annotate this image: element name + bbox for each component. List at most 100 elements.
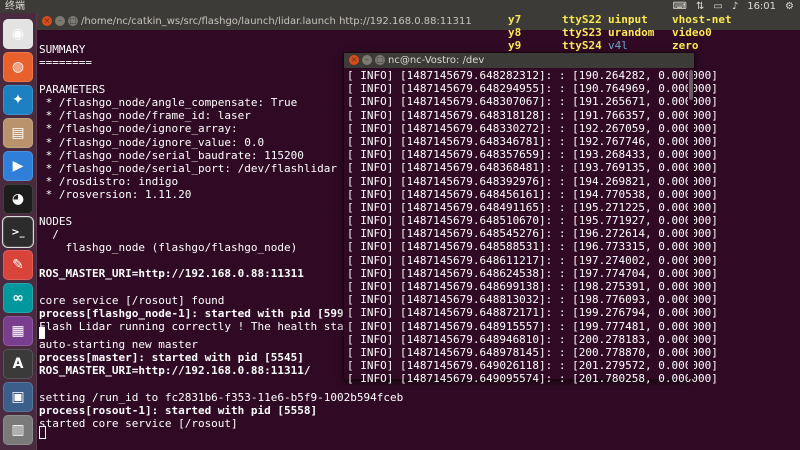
terminal-icon[interactable]: >_ bbox=[2, 216, 34, 248]
terminal-line: [ INFO] [1487145679.648978145]: : [200.7… bbox=[347, 345, 718, 359]
panel-app-title: 终端 bbox=[5, 1, 25, 12]
terminal-line: [ INFO] [1487145679.648330272]: : [192.2… bbox=[347, 121, 718, 135]
text-cursor-outline bbox=[39, 426, 46, 439]
listing-cell: y9 bbox=[508, 39, 522, 52]
terminal-line: ======== bbox=[39, 56, 92, 70]
keyboard-icon[interactable]: ⌨ bbox=[673, 0, 687, 13]
terminal-line: [ INFO] [1487145679.648699138]: : [198.2… bbox=[347, 280, 718, 293]
window-title: /home/nc/catkin_ws/src/flashgo/launch/li… bbox=[81, 16, 472, 27]
listing-cell: zero bbox=[672, 39, 699, 52]
terminal-line: [ INFO] [1487145679.648872171]: : [199.2… bbox=[347, 306, 718, 320]
media-player-icon[interactable]: ▶ bbox=[3, 151, 33, 181]
listing-cell: vhost-net bbox=[672, 13, 732, 26]
minimize-button[interactable]: – bbox=[55, 16, 65, 26]
software-updater-icon[interactable]: A bbox=[3, 349, 33, 379]
close-button[interactable]: × bbox=[42, 16, 52, 26]
file-manager-icon[interactable]: ▤ bbox=[3, 118, 33, 148]
terminal-output: SUMMARY ======== PARAMETERS * /flashgo_nod… bbox=[39, 30, 383, 333]
terminal-line: * /flashgo_node/angle_compensate: True bbox=[39, 95, 298, 109]
terminal-line: [ INFO] [1487145679.648346781]: : [192.7… bbox=[347, 134, 718, 148]
gear-icon[interactable]: ⚙ bbox=[785, 0, 794, 13]
terminal-line: * /flashgo_node/frame_id: laser bbox=[39, 109, 251, 123]
terminal-line: [ INFO] [1487145679.648282312]: : [190.2… bbox=[347, 69, 718, 82]
listing-cell: uinput bbox=[608, 13, 648, 26]
terminal-line: started core service [/rosout] bbox=[39, 417, 238, 431]
terminal-line: [ INFO] [1487145679.648318128]: : [191.7… bbox=[347, 108, 718, 122]
terminal-window-front[interactable]: × – □ nc@nc-Vostro: /dev [ INFO] [148714… bbox=[343, 52, 718, 385]
system-tray: ⌨ ⇅ ▭ ♪ 16:01 ⚙ bbox=[673, 0, 794, 13]
kodi-icon[interactable]: ✦ bbox=[3, 85, 33, 115]
terminal-line: [ INFO] [1487145679.648307067]: : [191.2… bbox=[347, 95, 718, 109]
maximize-button[interactable]: □ bbox=[375, 55, 385, 65]
terminal-line: NODES bbox=[39, 214, 73, 228]
terminal-line: * /flashgo_node/ignore_value: 0.0 bbox=[39, 135, 265, 149]
listing-cell: y8 bbox=[508, 26, 522, 39]
listing-cell: ttyS24 bbox=[562, 39, 602, 52]
terminal-line: [ INFO] [1487145679.648456161]: : [194.7… bbox=[347, 187, 718, 201]
terminal-line: / bbox=[39, 227, 59, 241]
listing-cell: video0 bbox=[672, 26, 712, 39]
scrollbar-thumb[interactable] bbox=[689, 70, 693, 100]
trash-icon[interactable]: ▥ bbox=[3, 415, 33, 445]
terminal-line: [ INFO] [1487145679.648624538]: : [197.7… bbox=[347, 266, 718, 280]
firefox-icon[interactable]: ◍ bbox=[3, 52, 33, 82]
listing-cell: ttyS22 bbox=[562, 13, 602, 26]
close-button[interactable]: × bbox=[349, 55, 359, 65]
terminal-line: [ INFO] [1487145679.648915557]: : [199.7… bbox=[347, 319, 718, 333]
terminal-line: flashgo_node (flashgo/flashgo_node) bbox=[39, 241, 298, 254]
dash-icon[interactable]: ◉ bbox=[3, 19, 33, 49]
terminal-line: ROS_MASTER_URI=http://192.168.0.88:11311 bbox=[39, 267, 304, 281]
terminal-line: [ INFO] [1487145679.648611217]: : [197.2… bbox=[347, 253, 718, 267]
terminal-line: [ INFO] [1487145679.648294955]: : [190.7… bbox=[347, 82, 718, 96]
terminal-line: * /flashgo_node/serial_port: /dev/flashl… bbox=[39, 161, 338, 175]
terminal-line: [ INFO] [1487145679.648368481]: : [193.7… bbox=[347, 161, 718, 175]
terminal-line: * /flashgo_node/serial_baudrate: 115200 bbox=[39, 148, 304, 162]
scrollbar[interactable] bbox=[688, 68, 694, 379]
video-editor-icon[interactable]: ▦ bbox=[3, 316, 33, 346]
terminal-line: * /rosversion: 1.11.20 bbox=[39, 188, 192, 202]
listing-cell: v4l bbox=[608, 39, 628, 52]
clock[interactable]: 16:01 bbox=[747, 0, 776, 13]
listing-cell: urandom bbox=[608, 26, 655, 39]
wifi-icon[interactable]: ⇅ bbox=[696, 0, 704, 13]
window-title: nc@nc-Vostro: /dev bbox=[388, 55, 485, 66]
terminal-line: * /flashgo_node/ignore_array: bbox=[39, 122, 238, 136]
terminal-line: [ INFO] [1487145679.648588531]: : [196.7… bbox=[347, 240, 718, 254]
terminal-line: [ INFO] [1487145679.648357659]: : [193.2… bbox=[347, 148, 718, 162]
minimize-button[interactable]: – bbox=[362, 55, 372, 65]
terminal-front-titlebar[interactable]: × – □ nc@nc-Vostro: /dev bbox=[344, 53, 694, 68]
terminal-line: process[rosout-1]: started with pid [555… bbox=[39, 403, 318, 417]
terminal-line: [ INFO] [1487145679.648491165]: : [195.2… bbox=[347, 200, 718, 214]
maximize-button[interactable]: □ bbox=[68, 16, 78, 26]
qq-icon[interactable]: ◕ bbox=[3, 184, 33, 214]
listing-cell: ttyS23 bbox=[562, 26, 602, 39]
terminal-line: PARAMETERS bbox=[39, 82, 106, 96]
listing-cell: y7 bbox=[508, 13, 522, 26]
terminal-line: [ INFO] [1487145679.648545276]: : [196.2… bbox=[347, 227, 718, 241]
log-output: [ INFO] [1487145679.648282312]: : [190.2… bbox=[347, 69, 718, 386]
terminal-line: [ INFO] [1487145679.648392976]: : [194.2… bbox=[347, 174, 718, 188]
terminal-line: process[flashgo_node-1]: started with pi… bbox=[39, 306, 357, 320]
launcher: ◉ ◍ ✦ ▤ ▶ ◕ >_ ✎ ∞ ▦ A ▣ ▥ bbox=[0, 13, 37, 450]
terminal-line: setting /run_id to fc2831b6-f353-11e6-b5… bbox=[39, 390, 404, 404]
terminal-line: Flash Lidar running correctly ! The heal… bbox=[39, 320, 384, 334]
terminal-line: [ INFO] [1487145679.649095574]: : [201.7… bbox=[347, 372, 718, 386]
terminal-prompt-cursor[interactable] bbox=[39, 426, 46, 440]
terminal-line: SUMMARY bbox=[39, 43, 86, 57]
top-panel: 终端 ⌨ ⇅ ▭ ♪ 16:01 ⚙ bbox=[0, 0, 800, 13]
arduino-icon[interactable]: ∞ bbox=[3, 283, 33, 313]
terminal-line: [ INFO] [1487145679.648813032]: : [198.7… bbox=[347, 293, 718, 307]
terminal-line: * /rosdistro: indigo bbox=[39, 175, 179, 189]
battery-icon[interactable]: ▭ bbox=[713, 0, 722, 13]
settings-icon[interactable]: ✎ bbox=[3, 250, 33, 280]
terminal-line: [ INFO] [1487145679.649026118]: : [201.2… bbox=[347, 359, 718, 373]
terminal-line: [ INFO] [1487145679.648510670]: : [195.7… bbox=[347, 214, 718, 228]
image-viewer-icon[interactable]: ▣ bbox=[3, 382, 33, 412]
terminal-line: [ INFO] [1487145679.648946810]: : [200.2… bbox=[347, 332, 718, 346]
volume-icon[interactable]: ♪ bbox=[732, 0, 738, 13]
terminal-line: core service [/rosout] found bbox=[39, 293, 225, 307]
